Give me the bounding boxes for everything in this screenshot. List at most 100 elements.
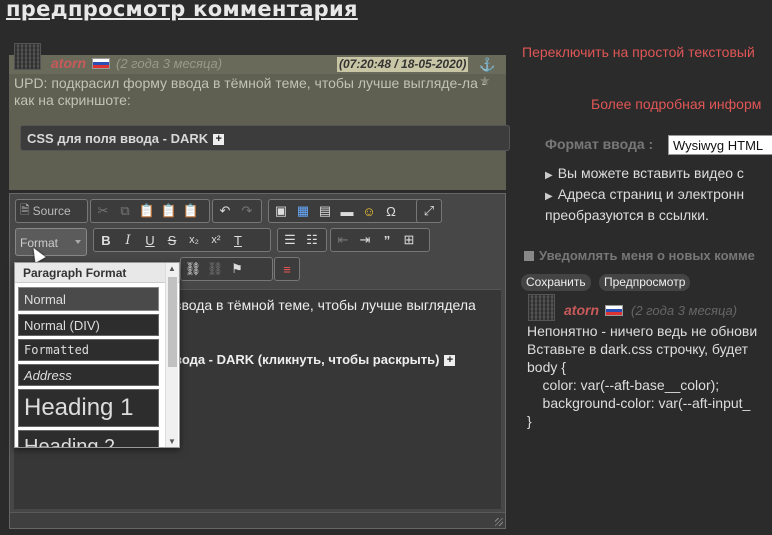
notify-checkbox-row[interactable]: Уведомлять меня о новых комме — [524, 248, 755, 263]
checkbox[interactable] — [524, 251, 534, 261]
format-menu-scrollbar[interactable]: ▲ ▼ — [165, 263, 178, 447]
format-item-formatted[interactable]: Formatted — [18, 339, 159, 361]
comment-age: (2 года 3 месяца) — [631, 303, 738, 318]
copy-icon[interactable]: ⧉ — [115, 201, 135, 221]
redo-icon[interactable]: ↷ — [237, 201, 257, 221]
tip-item: ▶ Вы можете вставить видео с — [545, 164, 772, 185]
spoiler-toggle[interactable]: CSS для поля ввода - DARK + — [20, 125, 510, 151]
avatar[interactable] — [528, 294, 555, 321]
unlink-icon[interactable]: ⛓ — [205, 259, 225, 279]
format-item-heading-2[interactable]: Heading 2 — [18, 430, 159, 447]
tip-item: ▶ Адреса страниц и электронн — [545, 185, 772, 206]
tip-item: преобразуются в ссылки. — [545, 206, 772, 224]
author-name[interactable]: atorn — [51, 55, 86, 71]
image-icon[interactable]: ▣ — [271, 201, 291, 221]
format-menu-title: Paragraph Format — [15, 263, 179, 283]
tip-text: Адреса страниц и электронн — [557, 186, 745, 202]
maximize-button[interactable]: ⤢ — [416, 199, 442, 223]
spoiler-label: CSS для поля ввода - DARK — [27, 131, 209, 146]
comment-age: (2 года 3 месяца) — [116, 56, 223, 71]
input-format-label: Формат ввода : — [545, 136, 654, 152]
comment-line: color: var(--aft-base__color); — [527, 377, 720, 393]
link-icon[interactable]: ⛓ — [183, 259, 203, 279]
comment-line: Вставьте в dark.css строчку, будет — [527, 341, 749, 357]
paragraph-format-menu: Paragraph Format Normal Normal (DIV) For… — [14, 262, 180, 448]
special-char-icon[interactable]: Ω — [381, 201, 401, 221]
bold-icon[interactable]: B — [96, 230, 116, 250]
blockquote-icon[interactable]: ” — [377, 230, 397, 250]
page-break-icon: ≡ — [283, 261, 291, 277]
page-break-button[interactable]: ≡ — [274, 257, 300, 281]
comment-preview: atorn (2 года 3 месяца) (07:20:48 / 18-0… — [9, 43, 510, 190]
preview-button[interactable]: Предпросмотр — [599, 274, 691, 291]
paste-word-icon[interactable]: 📋 — [181, 201, 201, 221]
comment-body: Непонятно - ничего ведь не обнови Вставь… — [527, 322, 772, 430]
avatar[interactable] — [14, 43, 41, 70]
editor-spoiler[interactable]: вода - DARK (кликнуть, чтобы раскрыть) + — [174, 352, 456, 367]
author-name[interactable]: atorn — [564, 302, 599, 318]
comment-timestamp: (07:20:48 / 18-05-2020) — [337, 57, 469, 72]
plus-icon: + — [444, 355, 456, 366]
italic-icon[interactable]: I — [118, 230, 138, 250]
scroll-up-icon[interactable]: ▲ — [168, 264, 176, 273]
link-group: ⛓ ⛓ ⚑ — [180, 257, 273, 281]
superscript-icon[interactable]: x² — [206, 230, 226, 250]
horizontal-rule-icon[interactable]: ▬ — [337, 201, 357, 221]
comment-line: Непонятно - ничего ведь не обнови — [527, 323, 758, 339]
save-button[interactable]: Сохранить — [521, 274, 591, 291]
comment-line: body { — [527, 359, 566, 375]
div-container-icon[interactable]: ⊞ — [399, 230, 419, 250]
remove-format-icon[interactable]: T — [228, 230, 248, 250]
indent-icon[interactable]: ⇥ — [355, 230, 375, 250]
switch-to-plain-text-link[interactable]: Переключить на простой текстовый — [522, 44, 755, 60]
cut-icon[interactable]: ✂ — [93, 201, 113, 221]
maximize-icon: ⤢ — [423, 203, 435, 218]
bullet-list-icon[interactable]: ☷ — [302, 230, 322, 250]
underline-icon[interactable]: U — [140, 230, 160, 250]
source-icon: 🗎 — [20, 202, 30, 217]
format-item-address[interactable]: Address — [18, 364, 159, 386]
flash-icon[interactable]: ▦ — [293, 201, 313, 221]
indent-group: ⇤ ⇥ ” ⊞ — [330, 228, 430, 252]
notify-label: Уведомлять меня о новых комме — [539, 248, 755, 263]
scroll-thumb[interactable] — [168, 277, 177, 367]
numbered-list-icon[interactable]: ☰ — [280, 230, 300, 250]
more-info-link[interactable]: Более подробная информ — [591, 96, 761, 112]
flag-icon — [605, 305, 623, 316]
input-format-select[interactable]: Wysiwyg HTML — [668, 135, 772, 155]
tip-text: преобразуются в ссылки. — [545, 207, 709, 223]
scroll-down-icon[interactable]: ▼ — [168, 437, 176, 446]
format-dropdown[interactable]: Format — [15, 228, 87, 256]
comment-line: } — [527, 413, 532, 429]
comment-line: background-color: var(--aft-input_ — [527, 395, 751, 411]
paste-icon[interactable]: 📋 — [137, 201, 157, 221]
bullet-icon: ▶ — [545, 191, 553, 202]
source-label: Source — [32, 204, 71, 218]
strike-icon[interactable]: S — [162, 230, 182, 250]
chevron-down-icon — [75, 240, 81, 244]
clipboard-group: ✂ ⧉ 📋 📋 📋 — [90, 199, 210, 223]
outdent-icon[interactable]: ⇤ — [333, 230, 353, 250]
comment-text: UPD: подкрасил форму ввода в тёмной теме… — [14, 75, 487, 108]
format-item-heading-1[interactable]: Heading 1 — [18, 389, 159, 427]
format-item-normal[interactable]: Normal — [18, 287, 159, 311]
list-group: ☰ ☷ — [277, 228, 327, 252]
editor-spoiler-label: вода - DARK (кликнуть, чтобы раскрыть) — [174, 352, 440, 367]
text-style-group: B I U S x₂ x² T — [93, 228, 271, 252]
page-title: предпросмотр комментария — [6, 0, 358, 21]
undo-icon[interactable]: ↶ — [215, 201, 235, 221]
plus-icon: + — [213, 134, 225, 145]
anchor-flag-icon[interactable]: ⚑ — [227, 259, 247, 279]
format-item-normal-div[interactable]: Normal (DIV) — [18, 314, 159, 336]
flag-icon — [92, 58, 110, 69]
smiley-icon[interactable]: ☺ — [359, 201, 379, 221]
input-format-tips: ▶ Вы можете вставить видео с ▶ Адреса стра… — [545, 164, 772, 224]
tip-text: Вы можете вставить видео с — [557, 165, 744, 181]
table-icon[interactable]: ▤ — [315, 201, 335, 221]
bullet-icon: ▶ — [545, 170, 553, 181]
paste-text-icon[interactable]: 📋 — [159, 201, 179, 221]
resize-handle[interactable] — [495, 518, 503, 526]
subscript-icon[interactable]: x₂ — [184, 230, 204, 250]
editor-text: ввода в тёмной теме, чтобы лучше выгляде… — [174, 297, 476, 313]
source-button[interactable]: 🗎 Source — [15, 199, 88, 223]
